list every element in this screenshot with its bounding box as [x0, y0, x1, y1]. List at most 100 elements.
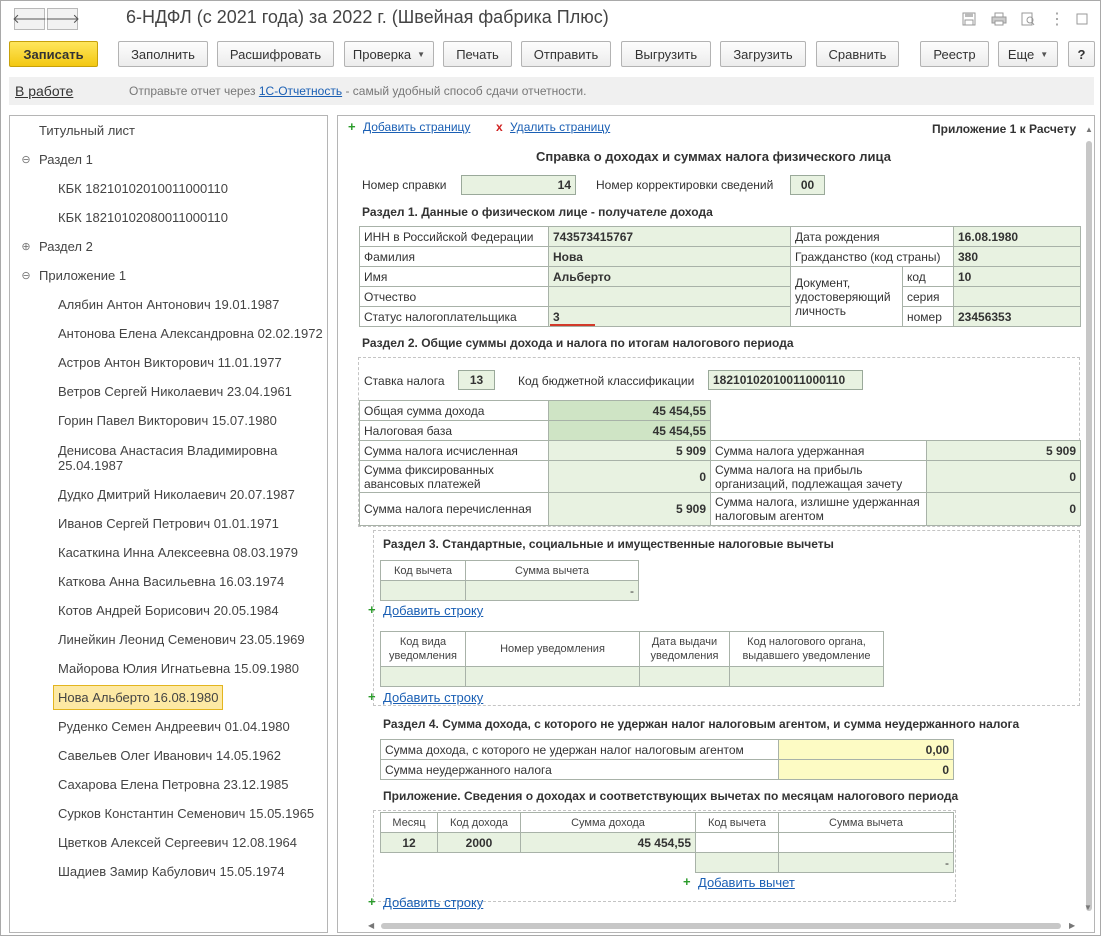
tree-item[interactable]: Касаткина Инна Алексеевна 08.03.1979 — [10, 538, 327, 567]
notice-number-cell[interactable] — [465, 666, 640, 687]
excess-tax-field[interactable]: 0 — [926, 492, 1081, 526]
preview-icon[interactable] — [1019, 10, 1037, 28]
profit-tax-field[interactable]: 0 — [926, 460, 1081, 493]
scroll-up-icon[interactable]: ▲ — [1085, 125, 1093, 134]
tree-item[interactable]: Астров Антон Викторович 11.01.1977 — [10, 348, 327, 377]
notice-type-cell[interactable] — [380, 666, 466, 687]
help-button[interactable]: ? — [1068, 41, 1095, 67]
scroll-left-icon[interactable]: ◀ — [368, 921, 374, 930]
send-button[interactable]: Отправить — [521, 41, 611, 67]
tree-item-label: Денисова Анастасия Владимировна 25.04.19… — [58, 442, 278, 473]
scroll-down-icon[interactable]: ▼ — [1084, 903, 1092, 912]
income-code-cell[interactable]: 2000 — [437, 832, 521, 853]
export-button[interactable]: Выгрузить — [621, 41, 711, 67]
tree-item[interactable]: Савельев Олег Иванович 14.05.1962 — [10, 741, 327, 770]
compare-button[interactable]: Сравнить — [816, 41, 899, 67]
doc-number-field[interactable]: 23456353 — [953, 306, 1081, 327]
tree-item[interactable]: Руденко Семен Андреевич 01.04.1980 — [10, 712, 327, 741]
birth-field[interactable]: 16.08.1980 — [953, 226, 1081, 247]
tree-item[interactable]: Сахарова Елена Петровна 23.12.1985 — [10, 770, 327, 799]
notice-org-cell[interactable] — [729, 666, 884, 687]
vertical-scrollbar[interactable]: ▲ — [1084, 125, 1093, 915]
kbk-field[interactable]: 18210102010011000110 — [708, 370, 863, 390]
tree-item[interactable]: Горин Павел Викторович 15.07.1980 — [10, 406, 327, 435]
add-deduction-row-link[interactable]: Добавить строку — [383, 603, 483, 618]
tree-item[interactable]: Каткова Анна Васильевна 16.03.1974 — [10, 567, 327, 596]
tax-calc-field[interactable]: 5 909 — [548, 440, 711, 461]
deduction-sum-cell[interactable]: - — [465, 580, 639, 601]
forward-button[interactable]: 🡒 — [45, 8, 80, 30]
citizenship-field[interactable]: 380 — [953, 246, 1081, 267]
tree-item[interactable]: ⊖ Раздел 1 — [10, 145, 327, 174]
add-month-row-link[interactable]: Добавить строку — [383, 895, 483, 910]
tree-item[interactable]: Денисова Анастасия Владимировна 25.04.19… — [10, 435, 327, 480]
print-icon[interactable] — [990, 10, 1008, 28]
undeducted-income-field[interactable]: 0,00 — [778, 739, 954, 760]
more-icon[interactable]: ⋮ — [1048, 10, 1066, 28]
tree-item[interactable]: Линейкин Леонид Семенович 23.05.1969 — [10, 625, 327, 654]
decode-button[interactable]: Расшифровать — [217, 41, 334, 67]
doc-code-field[interactable]: 10 — [953, 266, 1081, 287]
check-button[interactable]: Проверка ▼ — [344, 41, 434, 67]
add-month-deduction-link[interactable]: Добавить вычет — [698, 875, 795, 890]
notice-date-cell[interactable] — [639, 666, 730, 687]
add-notice-row-link[interactable]: Добавить строку — [383, 690, 483, 705]
tree-item[interactable]: Антонова Елена Александровна 02.02.1972 — [10, 319, 327, 348]
registry-button[interactable]: Реестр — [920, 41, 989, 67]
doc-series-field[interactable] — [953, 286, 1081, 307]
horizontal-scroll-thumb[interactable] — [381, 923, 1061, 929]
import-button[interactable]: Загрузить — [720, 41, 806, 67]
collapse-icon[interactable]: ⊖ — [20, 270, 32, 282]
inn-field[interactable]: 743573415767 — [548, 226, 791, 247]
tree-item[interactable]: Сурков Константин Семенович 15.05.1965 — [10, 799, 327, 828]
undeducted-tax-field[interactable]: 0 — [778, 759, 954, 780]
save-button[interactable]: Записать — [9, 41, 98, 67]
tax-base-field[interactable]: 45 454,55 — [548, 420, 711, 441]
tree-item[interactable]: Дудко Дмитрий Николаевич 20.07.1987 — [10, 480, 327, 509]
collapse-icon[interactable]: ⊖ — [20, 154, 32, 166]
tree-item[interactable]: Шадиев Замир Кабулович 15.05.1974 — [10, 857, 327, 886]
vertical-scroll-thumb[interactable] — [1086, 141, 1092, 911]
patronymic-field[interactable] — [548, 286, 791, 307]
tree-item[interactable]: ⊖ Приложение 1 — [10, 261, 327, 290]
back-button[interactable]: 🡐 — [12, 8, 47, 30]
tax-withheld-field[interactable]: 5 909 — [926, 440, 1081, 461]
tree-item[interactable]: КБК 18210102080011000110 — [10, 203, 327, 232]
tree-item[interactable]: Ветров Сергей Николаевич 23.04.1961 — [10, 377, 327, 406]
cert-no-field[interactable]: 14 — [461, 175, 576, 195]
expand-icon[interactable]: ⊕ — [20, 241, 32, 253]
tax-paid-field[interactable]: 5 909 — [548, 492, 711, 526]
tree-item[interactable]: Цветков Алексей Сергеевич 12.08.1964 — [10, 828, 327, 857]
more-button[interactable]: Еще ▼ — [998, 41, 1058, 67]
ded-sum-cell[interactable]: - — [778, 852, 954, 873]
scroll-right-icon[interactable]: ▶ — [1069, 921, 1075, 930]
status-link[interactable]: В работе — [15, 83, 73, 99]
tree-item[interactable]: Титульный лист — [10, 116, 327, 145]
reporting-link[interactable]: 1С-Отчетность — [259, 84, 342, 98]
deduction-code-cell[interactable] — [380, 580, 466, 601]
month-cell[interactable]: 12 — [380, 832, 438, 853]
tree-item[interactable]: Майорова Юлия Игнатьевна 15.09.1980 — [10, 654, 327, 683]
total-income-field[interactable]: 45 454,55 — [548, 400, 711, 421]
print-button[interactable]: Печать — [443, 41, 512, 67]
surname-field[interactable]: Нова — [548, 246, 791, 267]
tree-item[interactable]: Котов Андрей Борисович 20.05.1984 — [10, 596, 327, 625]
fixed-advance-field[interactable]: 0 — [548, 460, 711, 493]
ded-code-cell[interactable] — [695, 852, 779, 873]
correction-label: Номер корректировки сведений — [596, 178, 774, 192]
name-field[interactable]: Альберто — [548, 266, 791, 287]
tree-item[interactable]: ⊕ Раздел 2 — [10, 232, 327, 261]
add-page-link[interactable]: Добавить страницу — [363, 120, 470, 134]
income-sum-cell[interactable]: 45 454,55 — [520, 832, 696, 853]
tree-item[interactable]: Нова Альберто 16.08.1980 — [10, 683, 327, 712]
tree-item[interactable]: Алябин Антон Антонович 19.01.1987 — [10, 290, 327, 319]
delete-page-link[interactable]: Удалить страницу — [510, 120, 610, 134]
maximize-icon[interactable] — [1073, 10, 1091, 28]
rate-field[interactable]: 13 — [458, 370, 495, 390]
tree-item[interactable]: Иванов Сергей Петрович 01.01.1971 — [10, 509, 327, 538]
tree-item-label: КБК 18210102010011000110 — [58, 181, 228, 196]
save-icon[interactable] — [960, 10, 978, 28]
correction-field[interactable]: 00 — [790, 175, 825, 195]
tree-item[interactable]: КБК 18210102010011000110 — [10, 174, 327, 203]
fill-button[interactable]: Заполнить — [118, 41, 208, 67]
